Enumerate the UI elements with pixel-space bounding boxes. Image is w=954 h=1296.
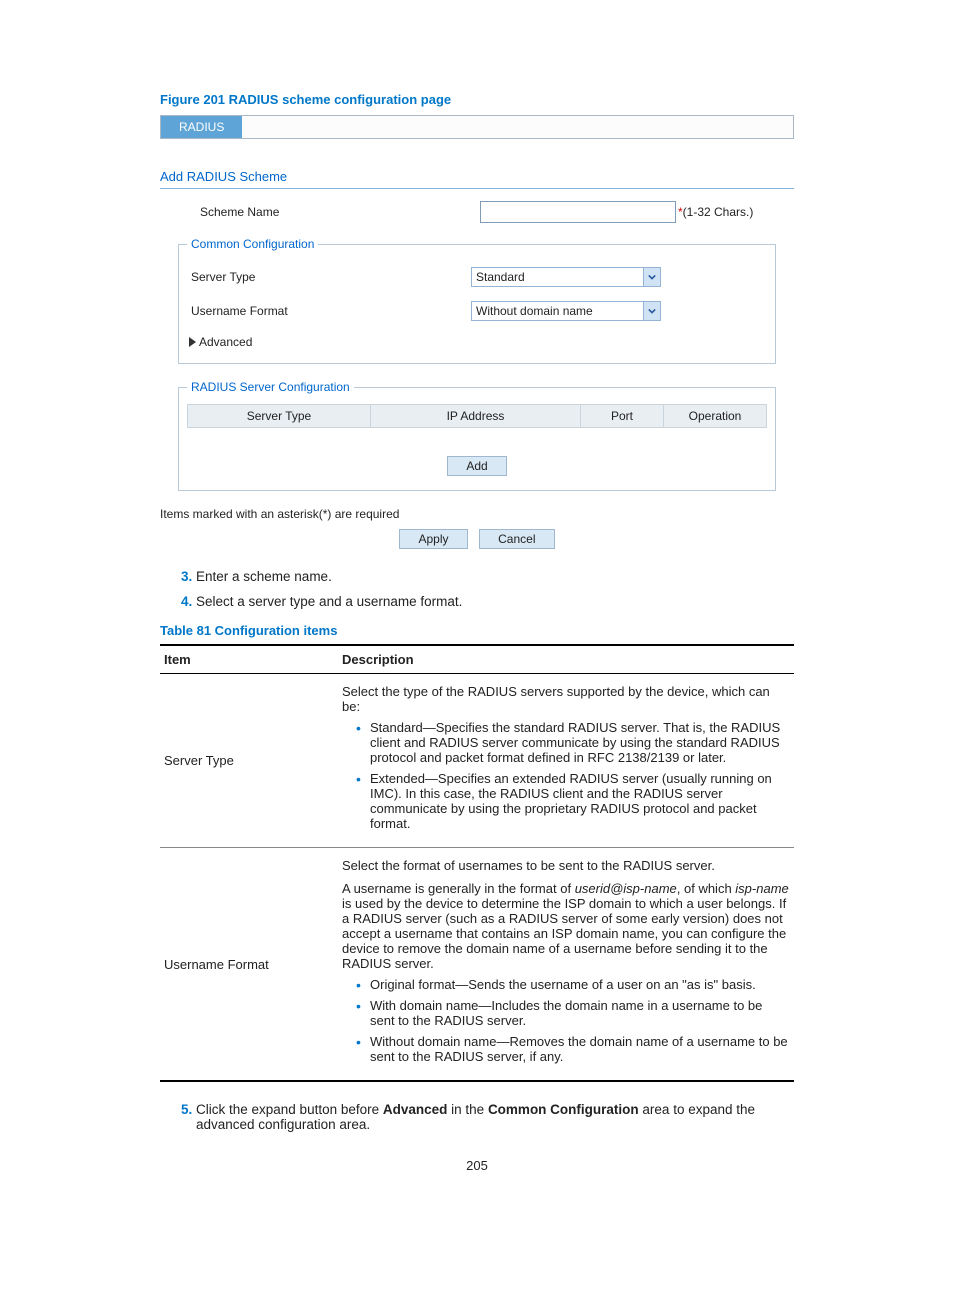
- scheme-name-input[interactable]: [480, 201, 676, 223]
- apply-button[interactable]: Apply: [399, 529, 467, 549]
- col-server-type: Server Type: [188, 405, 371, 427]
- tab-bar: RADIUS: [160, 115, 794, 139]
- server-type-value: Standard: [476, 270, 525, 284]
- desc-bullet: Original format—Sends the username of a …: [356, 977, 790, 992]
- th-description: Description: [338, 645, 794, 674]
- server-type-select[interactable]: Standard: [471, 267, 661, 287]
- expand-icon: [189, 337, 196, 347]
- desc-bullet: Without domain name—Removes the domain n…: [356, 1034, 790, 1064]
- common-configuration-legend: Common Configuration: [187, 237, 318, 251]
- instruction-steps-cont: Click the expand button before Advanced …: [160, 1102, 794, 1132]
- cancel-button[interactable]: Cancel: [479, 529, 554, 549]
- step-3: Enter a scheme name.: [196, 569, 794, 584]
- form-title: Add RADIUS Scheme: [160, 169, 794, 184]
- chevron-down-icon: [643, 302, 660, 320]
- cell-description: Select the type of the RADIUS servers su…: [338, 674, 794, 848]
- desc-bullet: Standard—Specifies the standard RADIUS s…: [356, 720, 790, 765]
- username-format-select[interactable]: Without domain name: [471, 301, 661, 321]
- cell-description: Select the format of usernames to be sen…: [338, 848, 794, 1082]
- scheme-name-hint: (1-32 Chars.): [683, 205, 754, 219]
- figure-caption: Figure 201 RADIUS scheme configuration p…: [160, 92, 794, 107]
- step-5: Click the expand button before Advanced …: [196, 1102, 794, 1132]
- common-configuration-fieldset: Common Configuration Server Type Standar…: [178, 237, 776, 364]
- col-ip-address: IP Address: [371, 405, 581, 427]
- username-format-value: Without domain name: [476, 304, 593, 318]
- chevron-down-icon: [643, 268, 660, 286]
- desc-intro: Select the type of the RADIUS servers su…: [342, 684, 790, 714]
- scheme-name-label: Scheme Name: [200, 205, 480, 219]
- desc-para: Select the format of usernames to be sen…: [342, 858, 790, 873]
- cell-item: Username Format: [160, 848, 338, 1082]
- table-row: Server Type Select the type of the RADIU…: [160, 674, 794, 848]
- step-4: Select a server type and a username form…: [196, 594, 794, 609]
- table-caption: Table 81 Configuration items: [160, 623, 794, 638]
- server-grid-header: Server Type IP Address Port Operation: [187, 404, 767, 428]
- divider: [160, 188, 794, 189]
- radius-server-configuration-legend: RADIUS Server Configuration: [187, 380, 354, 394]
- cell-item: Server Type: [160, 674, 338, 848]
- radius-server-configuration-fieldset: RADIUS Server Configuration Server Type …: [178, 380, 776, 491]
- add-button[interactable]: Add: [447, 456, 506, 476]
- table-row: Username Format Select the format of use…: [160, 848, 794, 1082]
- page-number: 205: [160, 1158, 794, 1173]
- instruction-steps: Enter a scheme name. Select a server typ…: [160, 569, 794, 609]
- th-item: Item: [160, 645, 338, 674]
- col-port: Port: [581, 405, 664, 427]
- desc-para: A username is generally in the format of…: [342, 881, 790, 971]
- username-format-label: Username Format: [191, 304, 471, 318]
- desc-bullet: With domain name—Includes the domain nam…: [356, 998, 790, 1028]
- server-type-label: Server Type: [191, 270, 471, 284]
- tab-radius[interactable]: RADIUS: [161, 116, 242, 138]
- col-operation: Operation: [664, 405, 766, 427]
- desc-bullet: Extended—Specifies an extended RADIUS se…: [356, 771, 790, 831]
- configuration-items-table: Item Description Server Type Select the …: [160, 644, 794, 1082]
- advanced-label: Advanced: [199, 335, 252, 349]
- required-note: Items marked with an asterisk(*) are req…: [160, 507, 794, 521]
- advanced-toggle[interactable]: Advanced: [189, 335, 767, 349]
